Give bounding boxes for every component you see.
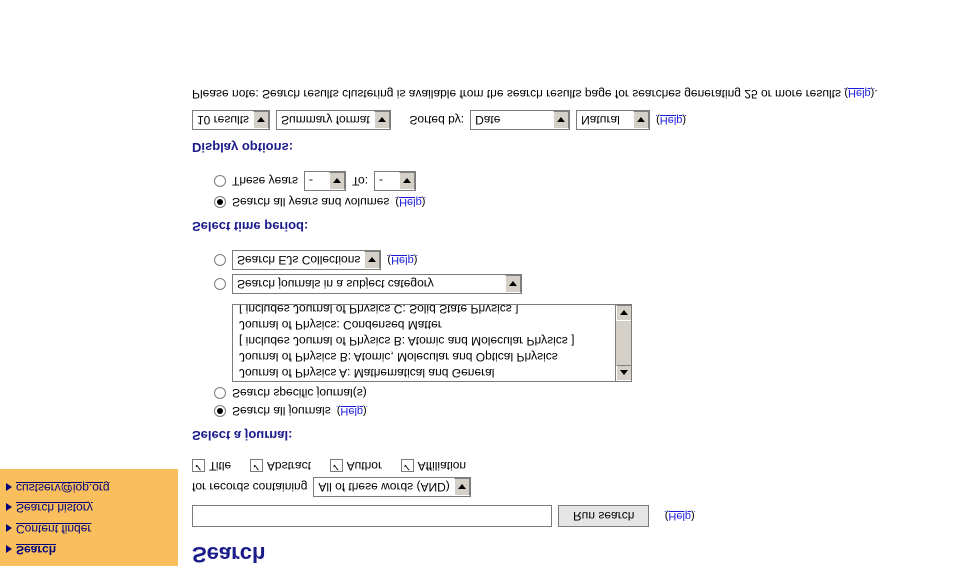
select-value: - <box>379 174 395 188</box>
arrow-right-icon <box>6 503 12 511</box>
note-tail: . <box>874 87 877 101</box>
sidebar-item-search-history[interactable]: Search history <box>6 498 174 519</box>
help-link[interactable]: Help <box>665 510 695 522</box>
radio-icon <box>214 387 226 399</box>
radio-icon <box>214 278 226 290</box>
chevron-down-icon <box>553 111 569 129</box>
field-label: Title <box>209 459 231 473</box>
sort-field-select[interactable]: Date <box>470 110 570 130</box>
display-options-heading: Display options: <box>192 140 968 155</box>
field-affiliation-checkbox[interactable]: Affiliation <box>401 459 466 473</box>
main: Search Run search Help for records conta… <box>178 75 968 579</box>
radio-label: Search all journals <box>232 404 331 418</box>
chevron-down-icon <box>253 111 269 129</box>
note-text: Please note: Search results clustering i… <box>192 87 841 101</box>
list-item[interactable]: Journal of Physics B: Atomic, Molecular … <box>233 349 631 365</box>
list-item[interactable]: [ includes Journal of Physics B: Atomic … <box>233 333 631 349</box>
chevron-down-icon <box>364 251 380 269</box>
list-item[interactable]: Journal of Physics: Condensed Matter <box>233 317 631 333</box>
checkbox-icon <box>192 460 205 473</box>
chevron-down-icon <box>633 111 649 129</box>
select-journal-heading: Select a journal: <box>192 428 968 443</box>
list-item[interactable]: [ includes Journal of Physics C: Solid S… <box>233 304 631 317</box>
radio-label: Search all years and volumes <box>232 195 389 209</box>
help-link[interactable]: Help <box>395 196 425 208</box>
list-item[interactable]: Journal of Physics A: Mathematical and G… <box>233 365 631 381</box>
time-all-radio[interactable]: Search all years and volumes <box>214 195 389 209</box>
checkbox-icon <box>330 460 343 473</box>
radio-icon <box>214 254 226 266</box>
help-link[interactable]: Help <box>337 405 367 417</box>
select-value: Search journals in a subject category <box>237 277 501 291</box>
year-from-select[interactable]: - <box>304 171 346 191</box>
select-value: 10 results <box>197 113 249 127</box>
sidebar: Search Content finder Search history cus… <box>0 469 178 566</box>
sidebar-item-label: custserv@iop.org <box>16 481 110 495</box>
select-time-heading: Select time period: <box>192 219 968 234</box>
sidebar-item-content-finder[interactable]: Content finder <box>6 518 174 539</box>
scroll-down-icon[interactable] <box>616 305 632 321</box>
field-label: Abstract <box>267 459 311 473</box>
sidebar-item-label: Search history <box>16 501 93 515</box>
help-link[interactable]: Help <box>844 87 874 99</box>
radio-icon <box>214 196 226 208</box>
radio-label: Search specific journal(s) <box>232 386 367 400</box>
to-label: To: <box>352 174 368 188</box>
sidebar-item-search[interactable]: Search <box>6 539 174 560</box>
chevron-down-icon <box>505 275 521 293</box>
year-to-select[interactable]: - <box>374 171 416 191</box>
sidebar-item-label: Search <box>16 543 56 557</box>
clustering-note: Please note: Search results clustering i… <box>192 85 968 102</box>
containing-mode-select[interactable]: All of these words (AND) <box>313 477 470 497</box>
sort-order-select[interactable]: Natural <box>576 110 650 130</box>
journal-specific-radio[interactable]: Search specific journal(s) <box>214 386 367 400</box>
radio-label: These years <box>232 174 298 188</box>
radio-icon <box>214 405 226 417</box>
help-link[interactable]: Help <box>387 254 417 266</box>
arrow-right-icon <box>6 545 12 553</box>
sorted-by-label: Sorted by: <box>409 113 464 127</box>
journal-listbox[interactable]: Journal of Physics A: Mathematical and G… <box>232 304 632 382</box>
radio-icon <box>214 175 226 187</box>
select-value: - <box>309 174 325 188</box>
sidebar-item-label: Content finder <box>16 522 91 536</box>
format-select[interactable]: Summary format <box>276 110 391 130</box>
chevron-down-icon <box>399 172 415 190</box>
select-value: Natural <box>581 113 629 127</box>
scroll-up-icon[interactable] <box>616 365 632 381</box>
field-title-checkbox[interactable]: Title <box>192 459 231 473</box>
run-search-button[interactable]: Run search <box>558 505 649 527</box>
subject-category-select[interactable]: Search journals in a subject category <box>232 274 522 294</box>
field-label: Affiliation <box>418 459 466 473</box>
select-value: Date <box>475 113 549 127</box>
checkbox-icon <box>401 460 414 473</box>
field-label: Author <box>347 459 382 473</box>
scrollbar[interactable] <box>615 305 631 381</box>
journal-subject-radio[interactable] <box>214 278 226 290</box>
help-link[interactable]: Help <box>656 114 686 126</box>
page-title: Search <box>192 541 968 567</box>
sidebar-item-custserv[interactable]: custserv@iop.org <box>6 477 174 498</box>
results-count-select[interactable]: 10 results <box>192 110 270 130</box>
checkbox-icon <box>250 460 263 473</box>
chevron-down-icon <box>454 478 470 496</box>
journal-ej-radio[interactable] <box>214 254 226 266</box>
select-value: All of these words (AND) <box>318 480 449 494</box>
arrow-right-icon <box>6 483 12 491</box>
search-input[interactable] <box>192 505 552 527</box>
select-value: Search EJs Collections <box>237 253 360 267</box>
chevron-down-icon <box>374 111 390 129</box>
field-abstract-checkbox[interactable]: Abstract <box>250 459 311 473</box>
chevron-down-icon <box>329 172 345 190</box>
containing-label: for records containing <box>192 480 307 494</box>
select-value: Summary format <box>281 113 370 127</box>
field-author-checkbox[interactable]: Author <box>330 459 382 473</box>
arrow-right-icon <box>6 524 12 532</box>
journal-all-radio[interactable]: Search all journals <box>214 404 331 418</box>
ej-collections-select[interactable]: Search EJs Collections <box>232 250 381 270</box>
time-these-radio[interactable]: These years <box>214 174 298 188</box>
